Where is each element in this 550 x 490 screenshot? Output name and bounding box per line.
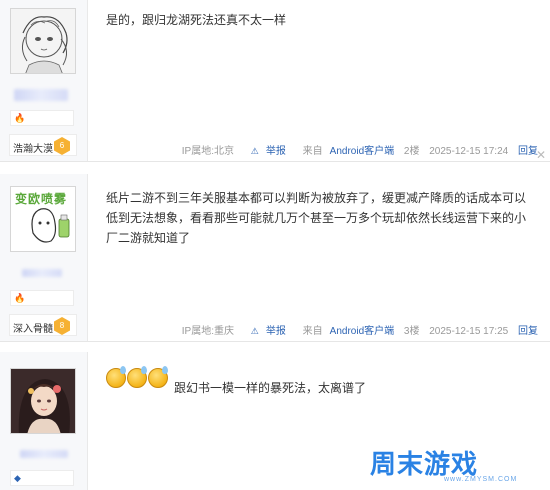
post-content: 纸片二游不到三年关服基本都可以判断为被放弃了，缓更减产降质的话成本可以低到无法想…	[106, 191, 527, 245]
report-link[interactable]: ⚠ 举报	[244, 146, 286, 157]
client-link[interactable]: Android客户端	[330, 146, 394, 157]
site-watermark: 周末游戏 www.ZMYSM.COM	[370, 444, 540, 484]
post-meta: IP属地:重庆 ⚠ 举报 来自 Android客户端 3楼 2025-12-15 1…	[175, 322, 538, 337]
badge-row: 🔥	[10, 290, 74, 306]
level-name: 深入骨髓	[13, 324, 53, 335]
warning-triangle-icon: ⚠	[250, 146, 259, 156]
username-blurred[interactable]	[20, 450, 68, 458]
flame-badge-icon: 🔥	[14, 293, 26, 303]
watermark-site: www.ZMYSM.COM	[444, 476, 518, 483]
badge-row: 🔥	[10, 110, 74, 126]
client-source: 来自 Android客户端	[302, 146, 395, 157]
user-info-column: 变欧喷雾 🔥 深入骨髓 8	[0, 174, 88, 341]
post-timestamp: 2025-12-15 17:24	[429, 146, 509, 157]
post-content: 是的，跟归龙湖死法还真不太一样	[106, 13, 287, 27]
badge-row: ◆	[10, 470, 74, 486]
level-name: 浩瀚大漠	[13, 144, 53, 155]
reply-link[interactable]: 回复	[518, 326, 538, 337]
emoji-row	[106, 366, 169, 394]
avatar-caption: 变欧喷雾	[15, 192, 68, 206]
post-content: 跟幻书一模一样的暴死法，太离谱了	[174, 381, 367, 395]
avatar[interactable]: 变欧喷雾	[10, 186, 76, 252]
avatar[interactable]	[10, 368, 76, 434]
sweat-smile-emoji-icon	[148, 366, 168, 388]
floor-number: 2楼	[403, 146, 420, 157]
ip-location: IP属地:重庆	[181, 326, 235, 337]
post-meta: IP属地:北京 ⚠ 举报 来自 Android客户端 2楼 2025-12-15 1…	[175, 142, 538, 157]
ip-location: IP属地:北京	[181, 146, 235, 157]
client-source: 来自 Android客户端	[302, 326, 395, 337]
avatar[interactable]	[10, 8, 76, 74]
flame-badge-icon: ◆	[14, 473, 21, 483]
post-timestamp: 2025-12-15 17:25	[429, 326, 509, 337]
post-floor-2: 🔥 浩瀚大漠 6 是的，跟归龙湖死法还真不太一样 IP属地:北京 ⚠ 举报 来自 A…	[0, 0, 550, 162]
level-row[interactable]: 深入骨髓 8	[9, 314, 77, 336]
username-blurred[interactable]	[22, 269, 62, 277]
username-blurred[interactable]	[14, 89, 68, 101]
floor-number: 3楼	[403, 326, 420, 337]
user-info-column: 🔥 浩瀚大漠 6	[0, 0, 88, 161]
warning-triangle-icon: ⚠	[250, 326, 259, 336]
report-link[interactable]: ⚠ 举报	[244, 326, 286, 337]
level-badge: 8	[54, 317, 70, 335]
sweat-smile-emoji-icon	[106, 366, 126, 388]
post-floor-3: 变欧喷雾 🔥 深入骨髓 8 纸片二游不到三年关服基本都可以判断为被放弃了，缓更减…	[0, 174, 550, 342]
user-info-column: ◆	[0, 352, 88, 490]
close-icon[interactable]: ✕	[536, 148, 546, 162]
sweat-smile-emoji-icon	[127, 366, 147, 388]
client-link[interactable]: Android客户端	[330, 326, 394, 337]
flame-badge-icon: 🔥	[14, 113, 26, 123]
level-badge: 6	[54, 137, 70, 155]
level-row[interactable]: 浩瀚大漠 6	[9, 134, 77, 156]
